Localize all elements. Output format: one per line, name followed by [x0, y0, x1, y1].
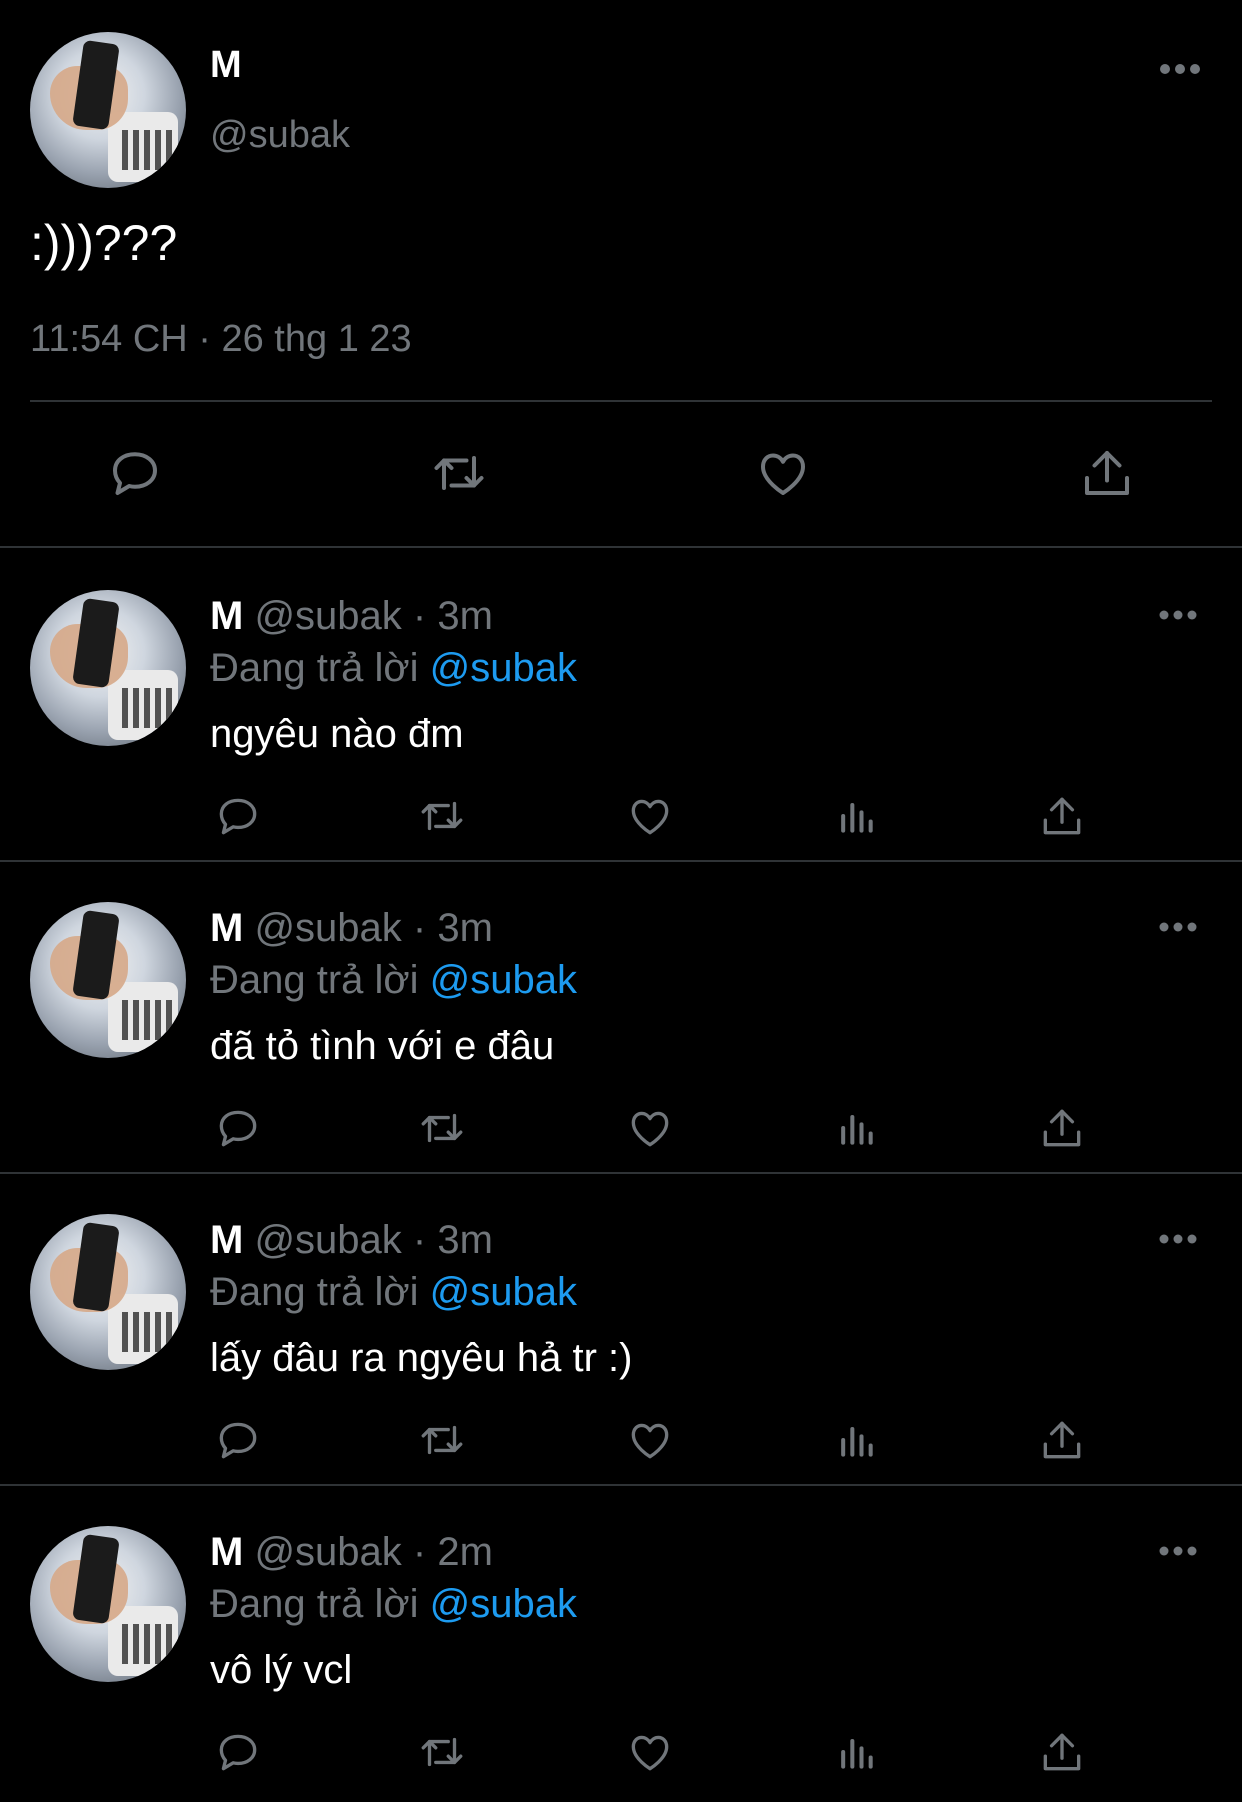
share-icon[interactable] [1034, 788, 1090, 844]
replying-to-link[interactable]: @subak [430, 646, 577, 690]
replying-to: Đang trả lời @subak [210, 1270, 577, 1315]
reply-time[interactable]: 3m [437, 1218, 493, 1262]
reply-icon[interactable] [102, 440, 168, 506]
replying-to: Đang trả lời @subak [210, 958, 577, 1003]
author-name[interactable]: M [210, 44, 242, 87]
more-options-icon[interactable] [1158, 1544, 1198, 1558]
reply-text: đã tỏ tình với e đâu [210, 1024, 555, 1068]
tweet-actions [0, 440, 1242, 506]
reply-actions [0, 788, 1242, 844]
reply-tweet[interactable]: M @subak · 3m Đang trả lời @subak lấy đâ… [0, 1174, 1242, 1486]
like-icon[interactable] [622, 1412, 678, 1468]
reply-text: vô lý vcl [210, 1648, 353, 1692]
reply-tweet[interactable]: M @subak · 3m Đang trả lời @subak ngyêu … [0, 550, 1242, 862]
avatar[interactable] [30, 1526, 186, 1682]
like-icon[interactable] [750, 440, 816, 506]
replying-label: Đang trả lời [210, 1582, 419, 1626]
main-tweet: M @subak :)))??? 11:54 CH · 26 thg 1 23 [0, 0, 1242, 548]
more-options-icon[interactable] [1158, 608, 1198, 622]
author-name[interactable]: M [210, 1530, 243, 1574]
more-options-icon[interactable] [1158, 920, 1198, 934]
author-handle[interactable]: @subak [210, 114, 350, 157]
reply-icon[interactable] [210, 788, 266, 844]
replying-to: Đang trả lời @subak [210, 646, 577, 691]
reply-icon[interactable] [210, 1412, 266, 1468]
share-icon[interactable] [1034, 1412, 1090, 1468]
author-name[interactable]: M [210, 1218, 243, 1262]
more-options-icon[interactable] [1158, 62, 1202, 81]
reply-actions [0, 1412, 1242, 1468]
separator-dot: · [412, 1218, 427, 1262]
like-icon[interactable] [622, 788, 678, 844]
share-icon[interactable] [1074, 440, 1140, 506]
author-handle[interactable]: @subak [254, 1218, 401, 1262]
views-icon[interactable] [828, 1100, 884, 1156]
reply-time[interactable]: 3m [437, 594, 493, 638]
replying-label: Đang trả lời [210, 646, 419, 690]
more-options-icon[interactable] [1158, 1232, 1198, 1246]
reply-actions [0, 1100, 1242, 1156]
author-handle[interactable]: @subak [254, 906, 401, 950]
avatar[interactable] [30, 590, 186, 746]
author-handle[interactable]: @subak [254, 594, 401, 638]
reply-header: M @subak · 3m [210, 594, 493, 639]
separator-dot: · [412, 1530, 427, 1574]
reply-actions [0, 1724, 1242, 1780]
reply-icon[interactable] [210, 1100, 266, 1156]
reply-text: ngyêu nào đm [210, 712, 464, 756]
share-icon[interactable] [1034, 1724, 1090, 1780]
tweet-text: :)))??? [30, 215, 178, 271]
replying-to-link[interactable]: @subak [430, 1582, 577, 1626]
retweet-icon[interactable] [414, 1412, 470, 1468]
divider [30, 400, 1212, 402]
reply-time[interactable]: 3m [437, 906, 493, 950]
reply-tweet[interactable]: M @subak · 2m Đang trả lời @subak vô lý … [0, 1486, 1242, 1798]
replying-label: Đang trả lời [210, 958, 419, 1002]
reply-header: M @subak · 3m [210, 906, 493, 951]
views-icon[interactable] [828, 1724, 884, 1780]
reply-icon[interactable] [210, 1724, 266, 1780]
separator-dot: · [412, 594, 427, 638]
views-icon[interactable] [828, 1412, 884, 1468]
avatar[interactable] [30, 902, 186, 1058]
author-handle[interactable]: @subak [254, 1530, 401, 1574]
reply-tweet[interactable]: M @subak · 3m Đang trả lời @subak đã tỏ … [0, 862, 1242, 1174]
avatar[interactable] [30, 32, 186, 188]
reply-text: lấy đâu ra ngyêu hả tr :) [210, 1336, 633, 1380]
avatar[interactable] [30, 1214, 186, 1370]
replying-to: Đang trả lời @subak [210, 1582, 577, 1627]
author-name[interactable]: M [210, 906, 243, 950]
retweet-icon[interactable] [414, 1100, 470, 1156]
retweet-icon[interactable] [414, 788, 470, 844]
replying-to-link[interactable]: @subak [430, 1270, 577, 1314]
like-icon[interactable] [622, 1724, 678, 1780]
like-icon[interactable] [622, 1100, 678, 1156]
reply-header: M @subak · 2m [210, 1530, 493, 1575]
share-icon[interactable] [1034, 1100, 1090, 1156]
reply-header: M @subak · 3m [210, 1218, 493, 1263]
separator-dot: · [412, 906, 427, 950]
views-icon[interactable] [828, 788, 884, 844]
replying-to-link[interactable]: @subak [430, 958, 577, 1002]
tweet-timestamp[interactable]: 11:54 CH · 26 thg 1 23 [30, 318, 412, 361]
retweet-icon[interactable] [414, 1724, 470, 1780]
reply-time[interactable]: 2m [437, 1530, 493, 1574]
retweet-icon[interactable] [426, 440, 492, 506]
author-name[interactable]: M [210, 594, 243, 638]
replying-label: Đang trả lời [210, 1270, 419, 1314]
